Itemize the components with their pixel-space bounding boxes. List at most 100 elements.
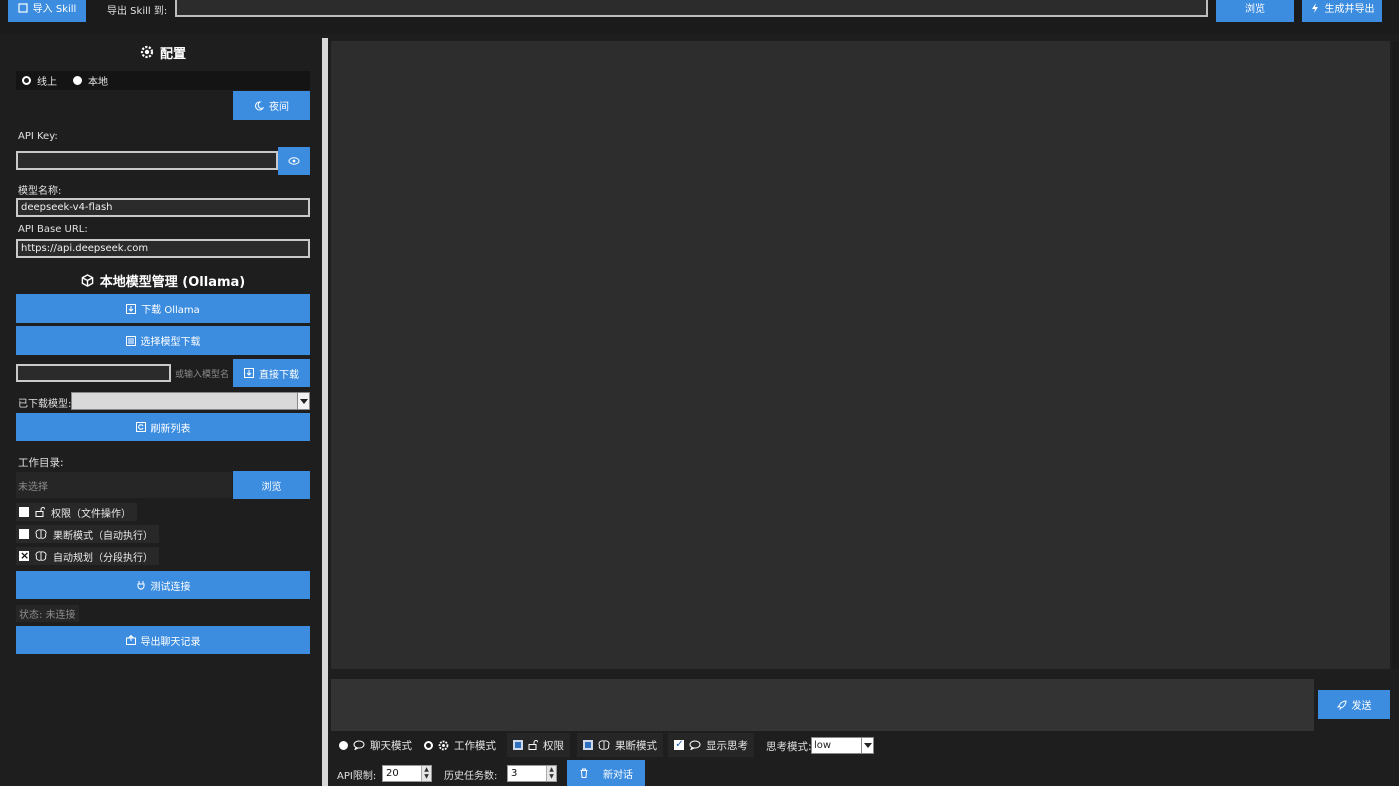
workdir-value: 未选择 (18, 481, 48, 493)
api-limit-stepper[interactable]: 20 ▲ ▼ (382, 765, 432, 782)
gear-icon (438, 740, 449, 750)
new-chat-label: 新对话 (603, 769, 633, 781)
list-icon (125, 335, 136, 346)
chat-history-area[interactable] (331, 41, 1390, 669)
permission-checkbox[interactable] (19, 507, 29, 517)
generate-export-button[interactable]: 生成并导出 (1302, 0, 1382, 22)
export-path-input[interactable] (175, 0, 1208, 17)
new-chat-button[interactable]: 新对话 (567, 760, 645, 786)
option-auto-plan[interactable]: 自动规划（分段执行） (16, 547, 159, 565)
config-title: 配置 (159, 46, 186, 62)
radio-chat-mode[interactable] (339, 740, 348, 750)
thinking-mode-label: 思考模式: (766, 741, 812, 753)
workdir-value-box: 未选择 (16, 472, 232, 498)
radio-online[interactable] (22, 76, 31, 85)
download-ollama-label: 下载 Ollama (141, 305, 200, 316)
show-thinking-checkbox[interactable] (674, 739, 684, 751)
downloaded-models-select[interactable] (71, 392, 310, 410)
refresh-icon (135, 422, 146, 432)
stepper-arrows-icon[interactable]: ▲ ▼ (546, 766, 556, 781)
panel-splitter[interactable] (322, 38, 328, 786)
model-name-input[interactable]: deepseek-v4-flash (16, 198, 310, 217)
decisive-toggle-label: 果断模式 (615, 739, 657, 752)
eye-icon (288, 157, 300, 165)
night-mode-button[interactable]: 夜间 (233, 91, 310, 120)
export-icon (125, 635, 136, 645)
mode-chat-option[interactable]: 聊天模式 (333, 733, 418, 757)
browse-export-label: 浏览 (1245, 4, 1265, 15)
cube-icon (81, 273, 94, 287)
decisive-toggle-checkbox[interactable] (583, 740, 593, 750)
refresh-list-button[interactable]: 刷新列表 (16, 413, 310, 441)
show-key-button[interactable] (278, 147, 310, 175)
workdir-label: 工作目录: (18, 457, 64, 469)
option-permission[interactable]: 权限（文件操作） (16, 503, 137, 521)
bolt-icon (1311, 2, 1318, 13)
import-icon (18, 2, 28, 13)
history-tasks-value: 3 (511, 768, 518, 779)
mode-work-option[interactable]: 工作模式 (418, 733, 502, 757)
permission-toggle-checkbox[interactable] (513, 740, 523, 750)
chevron-down-icon[interactable] (861, 738, 873, 753)
ollama-title: 本地模型管理 (Ollama) (99, 274, 246, 290)
workdir-browse-label: 浏览 (261, 481, 282, 493)
chat-bubble-icon (689, 740, 701, 750)
chat-bubble-icon (353, 740, 365, 750)
option-decisive[interactable]: 果断模式（自动执行） (16, 525, 159, 543)
import-skill-label: 导入 Skill (32, 4, 77, 15)
night-mode-label: 夜间 (269, 102, 289, 113)
api-base-input[interactable]: https://api.deepseek.com (16, 239, 310, 258)
thinking-mode-select[interactable]: low (811, 737, 874, 754)
chat-scrollbar[interactable] (1392, 41, 1399, 669)
permission-toggle[interactable]: 权限 (507, 733, 570, 757)
model-name-label: 模型名称: (18, 186, 62, 197)
decisive-checkbox[interactable] (19, 529, 29, 539)
show-thinking-toggle[interactable]: 显示思考 (668, 733, 754, 757)
status-badge: 状态: 未连接 (16, 605, 79, 622)
mode-radio-group: 线上 本地 (16, 71, 310, 90)
api-base-label: API Base URL: (18, 224, 88, 235)
direct-download-button[interactable]: 直接下载 (233, 359, 310, 387)
send-button[interactable]: 发送 (1318, 690, 1390, 719)
gear-icon (140, 45, 154, 59)
auto-plan-option-label: 自动规划（分段执行） (53, 552, 153, 564)
chat-input[interactable] (331, 679, 1314, 731)
stepper-arrows-icon[interactable]: ▲ ▼ (421, 766, 431, 781)
brain-icon (35, 529, 47, 539)
workdir-browse-button[interactable]: 浏览 (233, 471, 310, 499)
show-thinking-label: 显示思考 (706, 739, 748, 752)
download-icon (126, 303, 137, 314)
history-tasks-stepper[interactable]: 3 ▲ ▼ (507, 765, 557, 782)
auto-plan-checkbox[interactable] (19, 549, 29, 563)
permission-option-label: 权限（文件操作） (51, 508, 131, 520)
decisive-toggle[interactable]: 果断模式 (577, 733, 663, 757)
model-name-download-input[interactable] (16, 364, 171, 382)
brain-icon (598, 740, 610, 750)
radio-online-label[interactable]: 线上 (37, 73, 57, 88)
radio-local-label[interactable]: 本地 (88, 73, 108, 88)
test-connection-label: 测试连接 (150, 581, 191, 593)
chat-mode-label: 聊天模式 (370, 739, 412, 752)
export-skill-label: 导出 Skill 到: (107, 6, 168, 17)
config-header: 配置 (16, 43, 310, 62)
export-chat-label: 导出聊天记录 (140, 636, 201, 648)
export-chat-button[interactable]: 导出聊天记录 (16, 626, 310, 654)
api-limit-label: API限制: (337, 771, 377, 782)
download-ollama-button[interactable]: 下载 Ollama (16, 294, 310, 323)
api-key-input[interactable] (16, 151, 278, 170)
radio-work-mode[interactable] (424, 740, 433, 750)
send-label: 发送 (1351, 701, 1372, 712)
import-skill-button[interactable]: 导入 Skill (8, 0, 86, 22)
test-connection-button[interactable]: 测试连接 (16, 571, 310, 599)
radio-local[interactable] (73, 76, 82, 85)
choose-model-button[interactable]: 选择模型下载 (16, 326, 310, 355)
top-toolbar: 导入 Skill 导出 Skill 到: 浏览 生成并导出 (0, 0, 1399, 34)
api-key-label: API Key: (18, 131, 58, 142)
browse-export-button[interactable]: 浏览 (1216, 0, 1294, 22)
download-icon (244, 368, 254, 378)
chevron-down-icon[interactable] (297, 393, 309, 409)
model-name-hint: 或输入模型名 (175, 370, 230, 380)
trash-icon (580, 768, 588, 778)
ollama-header: 本地模型管理 (Ollama) (16, 271, 310, 290)
history-tasks-label: 历史任务数: (444, 771, 498, 782)
